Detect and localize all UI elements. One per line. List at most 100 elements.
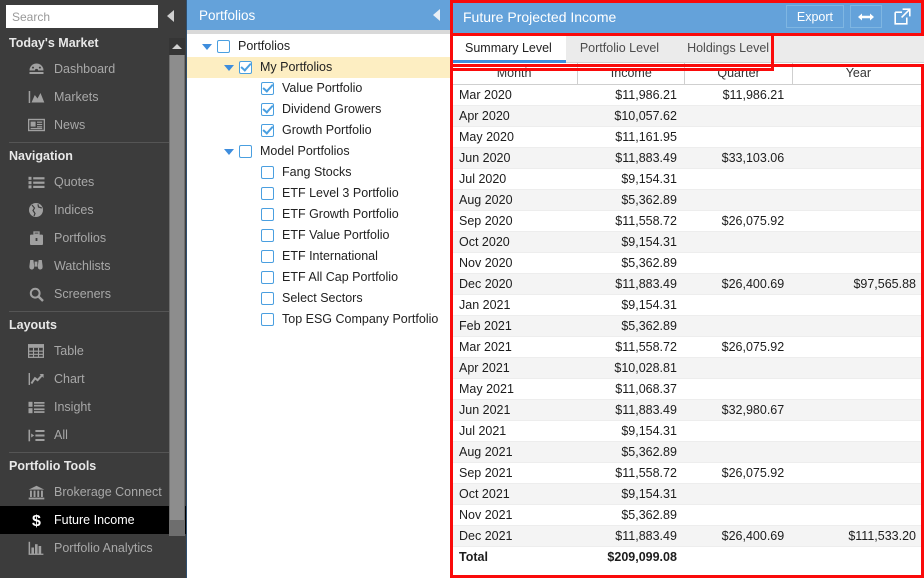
sidebar-item-table[interactable]: Table [0, 337, 186, 365]
tree-node[interactable]: Growth Portfolio [187, 120, 451, 141]
cell-year [792, 168, 924, 190]
binoculars-icon [27, 258, 45, 274]
tree-node-checkbox[interactable] [261, 313, 274, 326]
sidebar-item-dashboard[interactable]: Dashboard [0, 55, 186, 83]
tree-node-checkbox[interactable] [217, 40, 230, 53]
column-header-quarter[interactable]: Quarter [684, 63, 793, 85]
tree-node-label: Top ESG Company Portfolio [282, 312, 439, 327]
table-row[interactable]: Oct 2021 $9,154.31 [451, 483, 924, 505]
cell-income: $9,154.31 [577, 294, 685, 316]
tree-node[interactable]: ETF International [187, 246, 451, 267]
table-row[interactable]: Sep 2021 $11,558.72 $26,075.92 [451, 462, 924, 484]
tab-summary-level[interactable]: Summary Level [451, 33, 566, 63]
table-row[interactable]: Jul 2021 $9,154.31 [451, 420, 924, 442]
cell-quarter: $26,075.92 [684, 336, 793, 358]
tree-node-checkbox[interactable] [239, 145, 252, 158]
chevron-down-icon[interactable] [219, 64, 239, 71]
tree-node-checkbox[interactable] [261, 208, 274, 221]
sidebar-item-quotes[interactable]: Quotes [0, 168, 186, 196]
table-row[interactable]: Oct 2020 $9,154.31 [451, 231, 924, 253]
column-header-year[interactable]: Year [792, 63, 924, 85]
table-row[interactable]: Nov 2021 $5,362.89 [451, 504, 924, 526]
scroll-up-button[interactable] [169, 38, 185, 55]
sidebar-item-future-income[interactable]: $ Future Income [0, 506, 186, 534]
tree-node[interactable]: Portfolios [187, 36, 451, 57]
cell-income: $11,883.49 [577, 273, 685, 295]
table-row[interactable]: Mar 2021 $11,558.72 $26,075.92 [451, 336, 924, 358]
chevron-down-icon[interactable] [219, 148, 239, 155]
tree-node-checkbox[interactable] [239, 61, 252, 74]
tree-node[interactable]: ETF All Cap Portfolio [187, 267, 451, 288]
cell-income: $11,161.95 [577, 126, 685, 148]
tree-node-checkbox[interactable] [261, 292, 274, 305]
table-row[interactable]: May 2021 $11,068.37 [451, 378, 924, 400]
table-row[interactable]: Dec 2020 $11,883.49 $26,400.69 $97,565.88 [451, 273, 924, 295]
tree-node[interactable]: Select Sectors [187, 288, 451, 309]
table-row[interactable]: May 2020 $11,161.95 [451, 126, 924, 148]
sidebar-item-news[interactable]: News [0, 111, 186, 139]
search-input[interactable] [6, 5, 158, 28]
tree-node[interactable]: Dividend Growers [187, 99, 451, 120]
tree-node-checkbox[interactable] [261, 271, 274, 284]
table-row[interactable]: Jun 2020 $11,883.49 $33,103.06 [451, 147, 924, 169]
tree-node[interactable]: Fang Stocks [187, 162, 451, 183]
tree-node[interactable]: Model Portfolios [187, 141, 451, 162]
cell-month: Jan 2021 [451, 294, 578, 316]
tree-node-checkbox[interactable] [261, 166, 274, 179]
sidebar-section-title: Portfolio Tools [9, 459, 97, 473]
cell-quarter [684, 483, 793, 505]
tree-node-checkbox[interactable] [261, 124, 274, 137]
sidebar-item-all[interactable]: All [0, 421, 186, 449]
triangle-left-icon [432, 9, 440, 21]
sidebar-item-brokerage-connect[interactable]: Brokerage Connect [0, 478, 186, 506]
tab-portfolio-level[interactable]: Portfolio Level [565, 33, 674, 62]
table-row[interactable]: Dec 2021 $11,883.49 $26,400.69 $111,533.20 [451, 525, 924, 547]
pop-out-button[interactable] [888, 5, 916, 29]
table-row[interactable]: Aug 2020 $5,362.89 [451, 189, 924, 211]
tree-node[interactable]: Value Portfolio [187, 78, 451, 99]
table-row[interactable]: Sep 2020 $11,558.72 $26,075.92 [451, 210, 924, 232]
tree-node[interactable]: ETF Growth Portfolio [187, 204, 451, 225]
sidebar-scrollbar[interactable] [169, 38, 185, 536]
tree-collapse-button[interactable] [429, 8, 443, 22]
tree-node[interactable]: ETF Level 3 Portfolio [187, 183, 451, 204]
tree-node-checkbox[interactable] [261, 250, 274, 263]
table-row[interactable]: Mar 2020 $11,986.21 $11,986.21 [451, 84, 924, 106]
table-row[interactable]: Apr 2021 $10,028.81 [451, 357, 924, 379]
scrollbar-thumb[interactable] [170, 55, 184, 520]
tab-holdings-level[interactable]: Holdings Level [673, 33, 784, 62]
table-row[interactable]: Nov 2020 $5,362.89 [451, 252, 924, 274]
table-row[interactable]: Jul 2020 $9,154.31 [451, 168, 924, 190]
export-button[interactable]: Export [785, 5, 844, 28]
tree-node-checkbox[interactable] [261, 187, 274, 200]
column-header-month[interactable]: Month [451, 63, 579, 85]
tree-node[interactable]: Top ESG Company Portfolio [187, 309, 451, 330]
column-header-income[interactable]: Income [577, 63, 686, 85]
sidebar-item-portfolio-analytics[interactable]: Portfolio Analytics [0, 534, 186, 562]
sidebar-item-insight[interactable]: Insight [0, 393, 186, 421]
tree-node-label: Growth Portfolio [282, 123, 372, 138]
tree-node-checkbox[interactable] [261, 82, 274, 95]
table-row[interactable]: Jan 2021 $9,154.31 [451, 294, 924, 316]
sidebar-item-watchlists[interactable]: Watchlists [0, 252, 186, 280]
sidebar-item-screeners[interactable]: Screeners [0, 280, 186, 308]
table-row[interactable]: Jun 2021 $11,883.49 $32,980.67 [451, 399, 924, 421]
tree-node-checkbox[interactable] [261, 103, 274, 116]
chevron-down-icon[interactable] [197, 43, 217, 50]
sidebar-item-chart[interactable]: Chart [0, 365, 186, 393]
table-row[interactable]: Aug 2021 $5,362.89 [451, 441, 924, 463]
sidebar-item-markets[interactable]: Markets [0, 83, 186, 111]
sidebar-item-portfolios[interactable]: Portfolios [0, 224, 186, 252]
cell-income: $10,028.81 [577, 357, 685, 379]
tree-node[interactable]: My Portfolios [187, 57, 451, 78]
table-row[interactable]: Apr 2020 $10,057.62 [451, 105, 924, 127]
resize-width-button[interactable] [850, 5, 882, 28]
tree-node-checkbox[interactable] [261, 229, 274, 242]
cell-year [792, 84, 924, 106]
tree-node-label: My Portfolios [260, 60, 333, 75]
tree-node[interactable]: ETF Value Portfolio [187, 225, 451, 246]
sidebar-collapse-button[interactable] [167, 10, 181, 24]
sidebar-item-indices[interactable]: Indices [0, 196, 186, 224]
cell-quarter: $26,075.92 [684, 210, 793, 232]
table-row[interactable]: Feb 2021 $5,362.89 [451, 315, 924, 337]
